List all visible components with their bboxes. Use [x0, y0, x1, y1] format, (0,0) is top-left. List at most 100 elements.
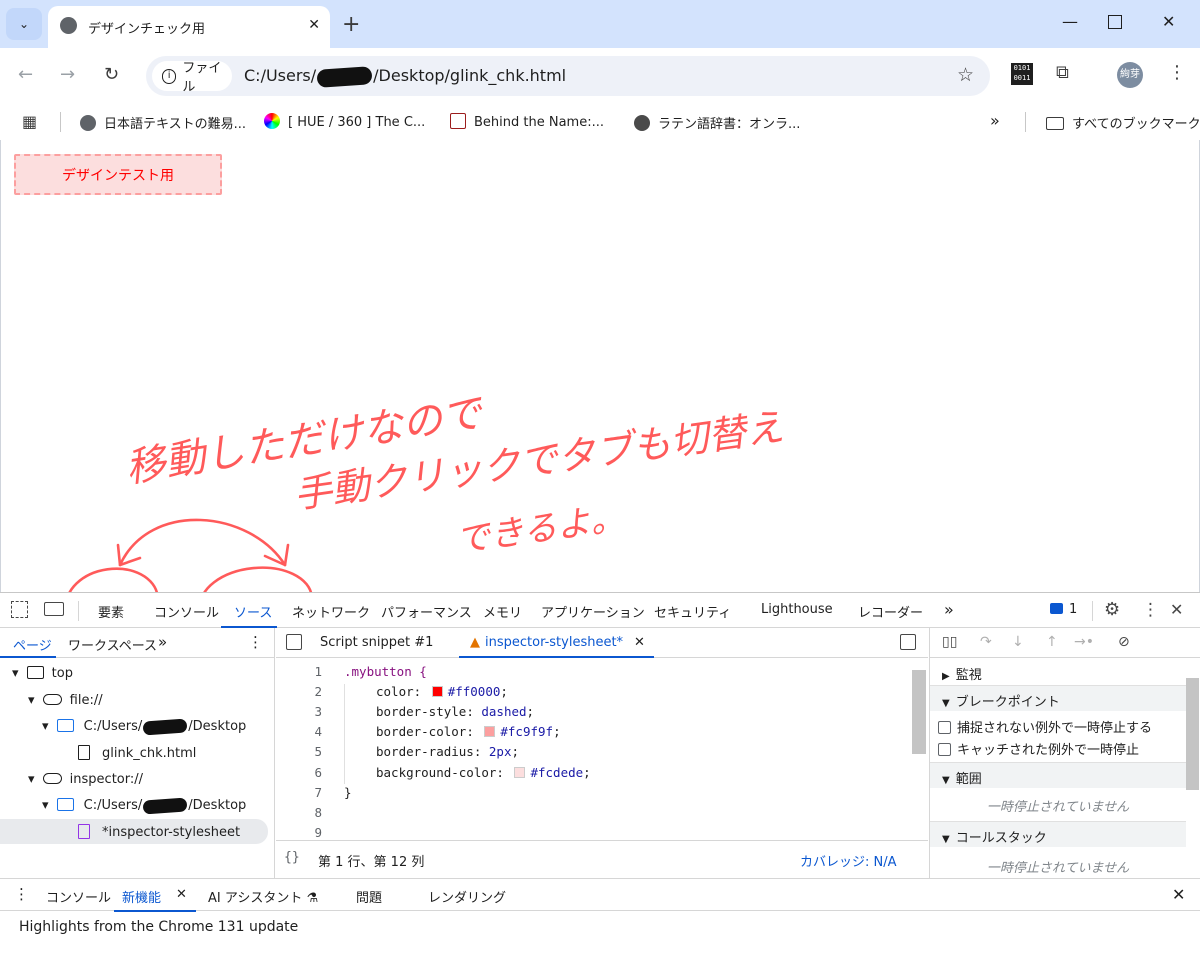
close-devtools-icon[interactable]: ✕: [1170, 600, 1183, 619]
pause-uncaught-checkbox[interactable]: 捕捉されない例外で一時停止する: [938, 717, 1152, 736]
color-swatch[interactable]: [514, 767, 526, 778]
tree-label: *inspector-stylesheet: [102, 825, 241, 840]
devtools-menu-icon[interactable]: ⋮: [1142, 600, 1159, 620]
divider: [1025, 112, 1026, 132]
tab-search-button[interactable]: ⌄: [6, 8, 42, 40]
tab-elements[interactable]: 要素: [98, 602, 124, 621]
color-swatch[interactable]: [431, 686, 443, 697]
tree-item-file[interactable]: ▾ file://: [28, 693, 103, 708]
drawer-tab-whats-new[interactable]: 新機能: [122, 887, 161, 906]
extensions-icon[interactable]: ⧉: [1056, 62, 1069, 83]
close-drawer-tab-icon[interactable]: ✕: [176, 887, 187, 902]
drawer-menu-icon[interactable]: ⋮: [14, 885, 29, 903]
bookmarks-bar: ▦ 日本語テキストの難易... [ HUE / 360 ] The C... B…: [0, 104, 1200, 140]
tab-performance[interactable]: パフォーマンス: [381, 602, 472, 621]
browser-tab-active[interactable]: デザインチェック用 ✕: [48, 6, 330, 48]
close-tab-icon[interactable]: ✕: [308, 17, 320, 33]
tree-item-top[interactable]: ▾ top: [12, 666, 73, 681]
toggle-navigator-icon[interactable]: [286, 634, 302, 650]
debugger-scrollbar[interactable]: [1186, 678, 1199, 790]
section-call-stack[interactable]: ▼ コールスタック: [930, 821, 1186, 847]
subtab-workspace[interactable]: ワークスペース: [68, 635, 157, 654]
checkbox[interactable]: [938, 721, 951, 734]
bookmark-item[interactable]: Behind the Name:...: [450, 113, 604, 130]
profile-avatar[interactable]: 絢芽: [1117, 62, 1143, 88]
subtab-page[interactable]: ページ: [13, 635, 52, 654]
section-watch[interactable]: ▶ 監視: [942, 664, 982, 683]
section-label: 監視: [955, 668, 982, 683]
code-area[interactable]: 1 2 3 4 5 6 7 8 9 .mybutton { color: #ff…: [276, 658, 912, 840]
bookmark-item[interactable]: ラテン語辞書：オンラ...: [634, 113, 800, 132]
tree-item-stylesheet[interactable]: *inspector-stylesheet: [78, 824, 240, 840]
close-drawer-icon[interactable]: ✕: [1172, 885, 1185, 904]
drawer-tab-ai-assistant[interactable]: AI アシスタント ⚗: [208, 887, 318, 906]
binary-extension-icon[interactable]: 0101 0011: [1011, 63, 1033, 85]
issues-badge[interactable]: 1: [1050, 602, 1077, 617]
divider: [60, 112, 61, 132]
tree-item-inspector[interactable]: ▾ inspector://: [28, 772, 143, 787]
step-out-icon[interactable]: ↑: [1046, 634, 1058, 650]
deactivate-breakpoints-icon[interactable]: ⊘: [1118, 634, 1130, 650]
pause-icon[interactable]: ▯▯: [942, 634, 957, 650]
tab-security[interactable]: セキュリティ: [654, 602, 731, 621]
close-window-icon[interactable]: ✕: [1162, 12, 1175, 31]
more-subtabs[interactable]: »: [158, 633, 167, 651]
pause-caught-checkbox[interactable]: キャッチされた例外で一時停止: [938, 739, 1139, 758]
step-icon[interactable]: →•: [1074, 634, 1094, 650]
back-icon[interactable]: ←: [18, 64, 33, 85]
star-icon[interactable]: ☆: [957, 64, 974, 86]
coverage-link[interactable]: カバレッジ: N/A: [800, 851, 897, 870]
file-label: ファイル: [182, 61, 222, 95]
tab-application[interactable]: アプリケーション: [541, 602, 645, 621]
section-scope[interactable]: ▼ 範囲: [930, 762, 1186, 788]
close-editor-tab-icon[interactable]: ✕: [634, 635, 645, 650]
tab-console[interactable]: コンソール: [154, 602, 219, 621]
debugger-sidebar: ▯▯ ↷ ↓ ↑ →• ⊘ ▶ 監視 ▼ ブレークポイント 捕捉されない例外で一時停…: [929, 628, 1200, 878]
tab-lighthouse[interactable]: Lighthouse: [761, 602, 833, 617]
tree-label: file://: [69, 693, 103, 708]
menu-kebab-icon[interactable]: ⋮: [1168, 62, 1186, 83]
section-breakpoints[interactable]: ▼ ブレークポイント: [930, 685, 1186, 711]
inspect-element-icon[interactable]: [11, 601, 28, 618]
device-toolbar-icon[interactable]: [44, 602, 64, 616]
bookmark-item[interactable]: [ HUE / 360 ] The C...: [264, 113, 425, 130]
pretty-print-icon[interactable]: {}: [284, 850, 300, 865]
tab-sources[interactable]: ソース: [234, 602, 272, 621]
drawer-tab-issues[interactable]: 問題: [356, 887, 382, 906]
css-declaration: border-radius: 2px;: [376, 744, 520, 759]
forward-icon[interactable]: →: [60, 64, 75, 85]
css-value: #fc9f9f: [500, 724, 554, 739]
tab-memory[interactable]: メモリ: [483, 602, 522, 621]
editor-tab-snippet[interactable]: Script snippet #1: [320, 635, 433, 650]
address-bar[interactable]: i ファイル C:/Users//Desktop/glink_chk.html …: [146, 56, 990, 96]
site-info-chip[interactable]: i ファイル: [152, 61, 232, 95]
step-into-icon[interactable]: ↓: [1012, 634, 1024, 650]
tab-network[interactable]: ネットワーク: [292, 602, 370, 621]
tree-item-folder-2[interactable]: ▾ C:/Users//Desktop: [42, 796, 246, 815]
editor-scrollbar[interactable]: [912, 670, 926, 754]
minimize-icon[interactable]: —: [1062, 12, 1078, 31]
tree-item-html-file[interactable]: glink_chk.html: [78, 745, 196, 761]
maximize-icon[interactable]: [1108, 15, 1122, 29]
new-tab-button[interactable]: +: [342, 12, 360, 37]
tree-item-folder[interactable]: ▾ C:/Users//Desktop: [42, 717, 246, 736]
url-text[interactable]: C:/Users/ /Desktop/glink_chk.html: [244, 65, 566, 88]
bookmark-item[interactable]: 日本語テキストの難易...: [80, 113, 246, 132]
tab-recorder[interactable]: レコーダー: [858, 602, 923, 621]
color-swatch[interactable]: [484, 726, 496, 737]
settings-gear-icon[interactable]: ⚙: [1104, 599, 1120, 620]
bookmarks-overflow[interactable]: »: [990, 111, 1000, 130]
line-number: 5: [314, 744, 322, 759]
checkbox[interactable]: [938, 743, 951, 756]
reload-icon[interactable]: ↻: [104, 64, 119, 85]
all-bookmarks[interactable]: すべてのブックマーク: [1046, 113, 1200, 132]
design-test-button[interactable]: デザインテスト用: [14, 154, 222, 195]
step-over-icon[interactable]: ↷: [980, 634, 992, 650]
drawer-tab-console[interactable]: コンソール: [46, 887, 111, 906]
navigator-menu-icon[interactable]: ⋮: [248, 633, 263, 651]
toggle-debugger-icon[interactable]: [900, 634, 916, 650]
drawer-tab-rendering[interactable]: レンダリング: [428, 887, 506, 906]
editor-tab-stylesheet[interactable]: ▲ inspector-stylesheet*: [470, 635, 623, 650]
apps-grid-icon[interactable]: ▦: [22, 112, 37, 131]
more-tabs[interactable]: »: [944, 600, 954, 619]
